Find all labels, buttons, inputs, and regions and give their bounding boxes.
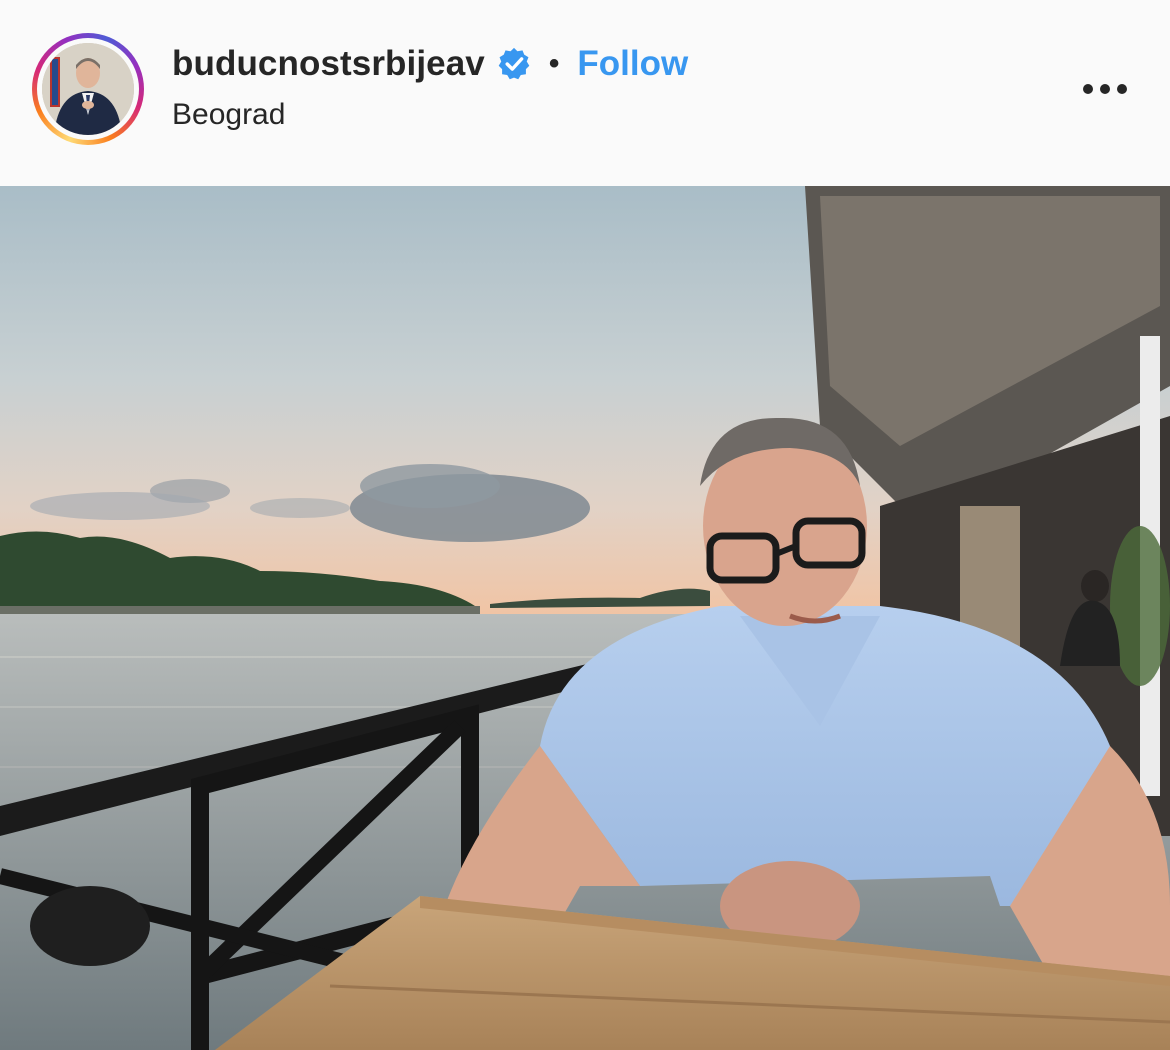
follow-button[interactable]: Follow — [577, 44, 688, 84]
username[interactable]: buducnostsrbijeav — [172, 44, 485, 84]
post-photo[interactable] — [0, 186, 1170, 1050]
story-ring[interactable] — [32, 33, 144, 145]
username-row: buducnostsrbijeav • Follow — [172, 44, 688, 84]
avatar[interactable] — [42, 43, 134, 135]
separator-dot: • — [548, 47, 560, 80]
location-link[interactable]: Beograd — [172, 98, 285, 132]
verified-badge-icon — [497, 47, 531, 81]
post-header: buducnostsrbijeav • Follow Beograd — [0, 0, 1170, 186]
more-options-icon[interactable] — [1078, 74, 1134, 104]
